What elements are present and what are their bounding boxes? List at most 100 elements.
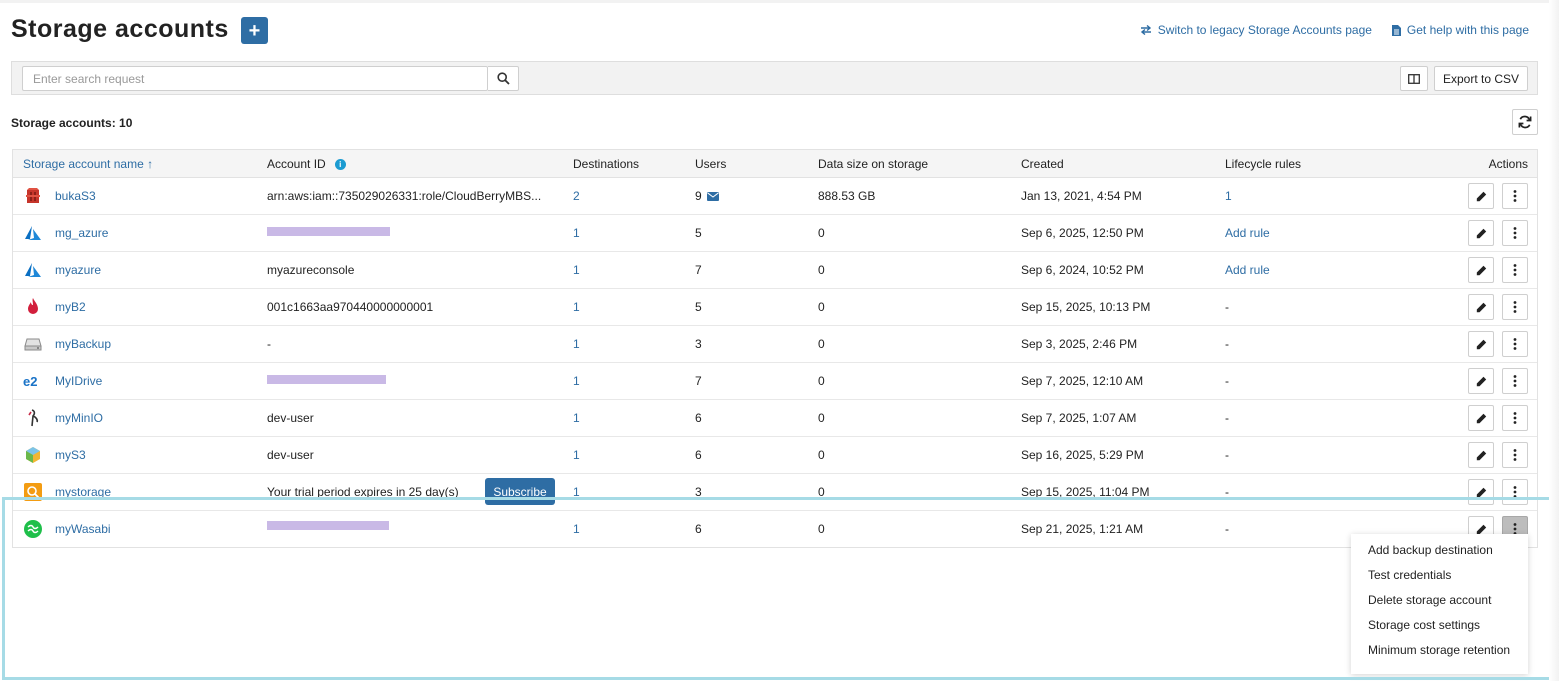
- subscribe-button[interactable]: Subscribe: [485, 478, 555, 505]
- help-link[interactable]: Get help with this page: [1391, 23, 1529, 37]
- account-name-link[interactable]: bukaS3: [55, 189, 96, 203]
- wasabi-icon: [24, 520, 42, 538]
- redacted-account-id: [267, 375, 386, 384]
- add-storage-account-button[interactable]: +: [241, 17, 268, 44]
- export-csv-button[interactable]: Export to CSV: [1434, 66, 1528, 91]
- created-date: Jan 13, 2021, 4:54 PM: [1021, 189, 1142, 203]
- edit-button[interactable]: [1468, 368, 1494, 394]
- account-name-link[interactable]: myB2: [55, 300, 86, 314]
- add-rule-link[interactable]: Add rule: [1225, 263, 1270, 277]
- data-size: 0: [818, 374, 825, 388]
- sort-ascending-icon: ↑: [147, 157, 154, 171]
- edit-button[interactable]: [1468, 294, 1494, 320]
- destinations-link[interactable]: 1: [573, 485, 580, 499]
- created-date: Sep 3, 2025, 2:46 PM: [1021, 337, 1138, 351]
- storage-accounts-page: Storage accounts + Switch to legacy Stor…: [0, 0, 1559, 681]
- menu-item-minimum-storage-retention[interactable]: Minimum storage retention: [1351, 638, 1528, 663]
- created-date: Sep 15, 2025, 10:13 PM: [1021, 300, 1151, 314]
- edit-button[interactable]: [1468, 405, 1494, 431]
- account-name-link[interactable]: myWasabi: [55, 522, 111, 536]
- svg-text:e2: e2: [23, 374, 37, 389]
- lifecycle-rules-value: -: [1225, 522, 1229, 536]
- edit-button[interactable]: [1468, 331, 1494, 357]
- edit-button[interactable]: [1468, 479, 1494, 505]
- column-header-name[interactable]: Storage account name ↑: [23, 157, 153, 171]
- table-row: bukaS3 arn:aws:iam::735029026331:role/Cl…: [13, 178, 1537, 215]
- backblaze-icon: [28, 298, 38, 314]
- lifecycle-rules-link[interactable]: 1: [1225, 189, 1232, 203]
- search-input[interactable]: [22, 66, 488, 91]
- account-name-link[interactable]: myMinIO: [55, 411, 103, 425]
- account-name-link[interactable]: myBackup: [55, 337, 111, 351]
- envelope-icon[interactable]: [706, 191, 719, 201]
- destinations-link[interactable]: 1: [573, 411, 580, 425]
- storage-accounts-count: Storage accounts: 10: [11, 116, 133, 130]
- more-actions-button[interactable]: [1502, 368, 1528, 394]
- destinations-link[interactable]: 1: [573, 226, 580, 240]
- more-actions-button[interactable]: [1502, 294, 1528, 320]
- users-count: 3: [695, 337, 702, 351]
- pencil-icon: [1476, 191, 1486, 201]
- edit-button[interactable]: [1468, 442, 1494, 468]
- destinations-link[interactable]: 1: [573, 263, 580, 277]
- edit-button[interactable]: [1468, 257, 1494, 283]
- vertical-dots-icon: [1513, 190, 1517, 202]
- account-id: dev-user: [267, 411, 314, 425]
- switch-legacy-link[interactable]: Switch to legacy Storage Accounts page: [1140, 23, 1372, 37]
- menu-item-storage-cost-settings[interactable]: Storage cost settings: [1351, 613, 1528, 638]
- more-actions-button[interactable]: [1502, 257, 1528, 283]
- pencil-icon: [1476, 265, 1486, 275]
- account-name-link[interactable]: myS3: [55, 448, 86, 462]
- menu-item-add-backup-destination[interactable]: Add backup destination: [1351, 538, 1528, 563]
- more-actions-button[interactable]: [1502, 331, 1528, 357]
- add-rule-link[interactable]: Add rule: [1225, 226, 1270, 240]
- table-row: myazure myazureconsole 1 7 0 Sep 6, 2024…: [13, 252, 1537, 289]
- info-icon[interactable]: i: [334, 158, 346, 170]
- created-date: Sep 7, 2025, 1:07 AM: [1021, 411, 1137, 425]
- column-header-account-id: Account ID i: [267, 157, 346, 171]
- more-actions-button[interactable]: [1502, 183, 1528, 209]
- more-actions-button[interactable]: [1502, 479, 1528, 505]
- users-count: 9: [695, 189, 702, 203]
- columns-icon: [1408, 73, 1420, 84]
- column-settings-button[interactable]: [1400, 66, 1428, 91]
- destinations-link[interactable]: 1: [573, 448, 580, 462]
- destinations-link[interactable]: 1: [573, 300, 580, 314]
- menu-item-test-credentials[interactable]: Test credentials: [1351, 563, 1528, 588]
- trial-notice: Your trial period expires in 25 day(s): [267, 485, 459, 499]
- created-date: Sep 6, 2025, 12:50 PM: [1021, 226, 1144, 240]
- pencil-icon: [1476, 487, 1486, 497]
- header-links: Switch to legacy Storage Accounts page G…: [1140, 23, 1529, 37]
- azure-icon: [25, 263, 41, 277]
- more-actions-button[interactable]: [1502, 405, 1528, 431]
- data-size: 0: [818, 522, 825, 536]
- table-row: myB2 001c1663aa970440000000001 1 5 0 Sep…: [13, 289, 1537, 326]
- right-edge: [1549, 0, 1559, 681]
- account-name-link[interactable]: mystorage: [55, 485, 111, 499]
- destinations-link[interactable]: 1: [573, 522, 580, 536]
- destinations-link[interactable]: 1: [573, 337, 580, 351]
- vertical-dots-icon: [1513, 227, 1517, 239]
- pencil-icon: [1476, 376, 1486, 386]
- edit-button[interactable]: [1468, 183, 1494, 209]
- users-count: 3: [695, 485, 702, 499]
- refresh-button[interactable]: [1512, 109, 1538, 135]
- search-button[interactable]: [488, 66, 519, 91]
- pencil-icon: [1476, 524, 1486, 534]
- vertical-dots-icon: [1513, 264, 1517, 276]
- more-actions-button[interactable]: [1502, 220, 1528, 246]
- column-header-lifecycle: Lifecycle rules: [1225, 157, 1302, 171]
- table-row: myWasabi 1 6 0 Sep 21, 2025, 1:21 AM -: [13, 511, 1537, 547]
- created-date: Sep 7, 2025, 12:10 AM: [1021, 374, 1144, 388]
- menu-item-delete-storage-account[interactable]: Delete storage account: [1351, 588, 1528, 613]
- table-row: myMinIO dev-user 1 6 0 Sep 7, 2025, 1:07…: [13, 400, 1537, 437]
- vertical-dots-icon: [1513, 449, 1517, 461]
- edit-button[interactable]: [1468, 220, 1494, 246]
- more-actions-button[interactable]: [1502, 442, 1528, 468]
- account-name-link[interactable]: myazure: [55, 263, 101, 277]
- account-name-link[interactable]: MyIDrive: [55, 374, 102, 388]
- destinations-link[interactable]: 2: [573, 189, 580, 203]
- destinations-link[interactable]: 1: [573, 374, 580, 388]
- table-row: myBackup - 1 3 0 Sep 3, 2025, 2:46 PM -: [13, 326, 1537, 363]
- account-name-link[interactable]: mg_azure: [55, 226, 108, 240]
